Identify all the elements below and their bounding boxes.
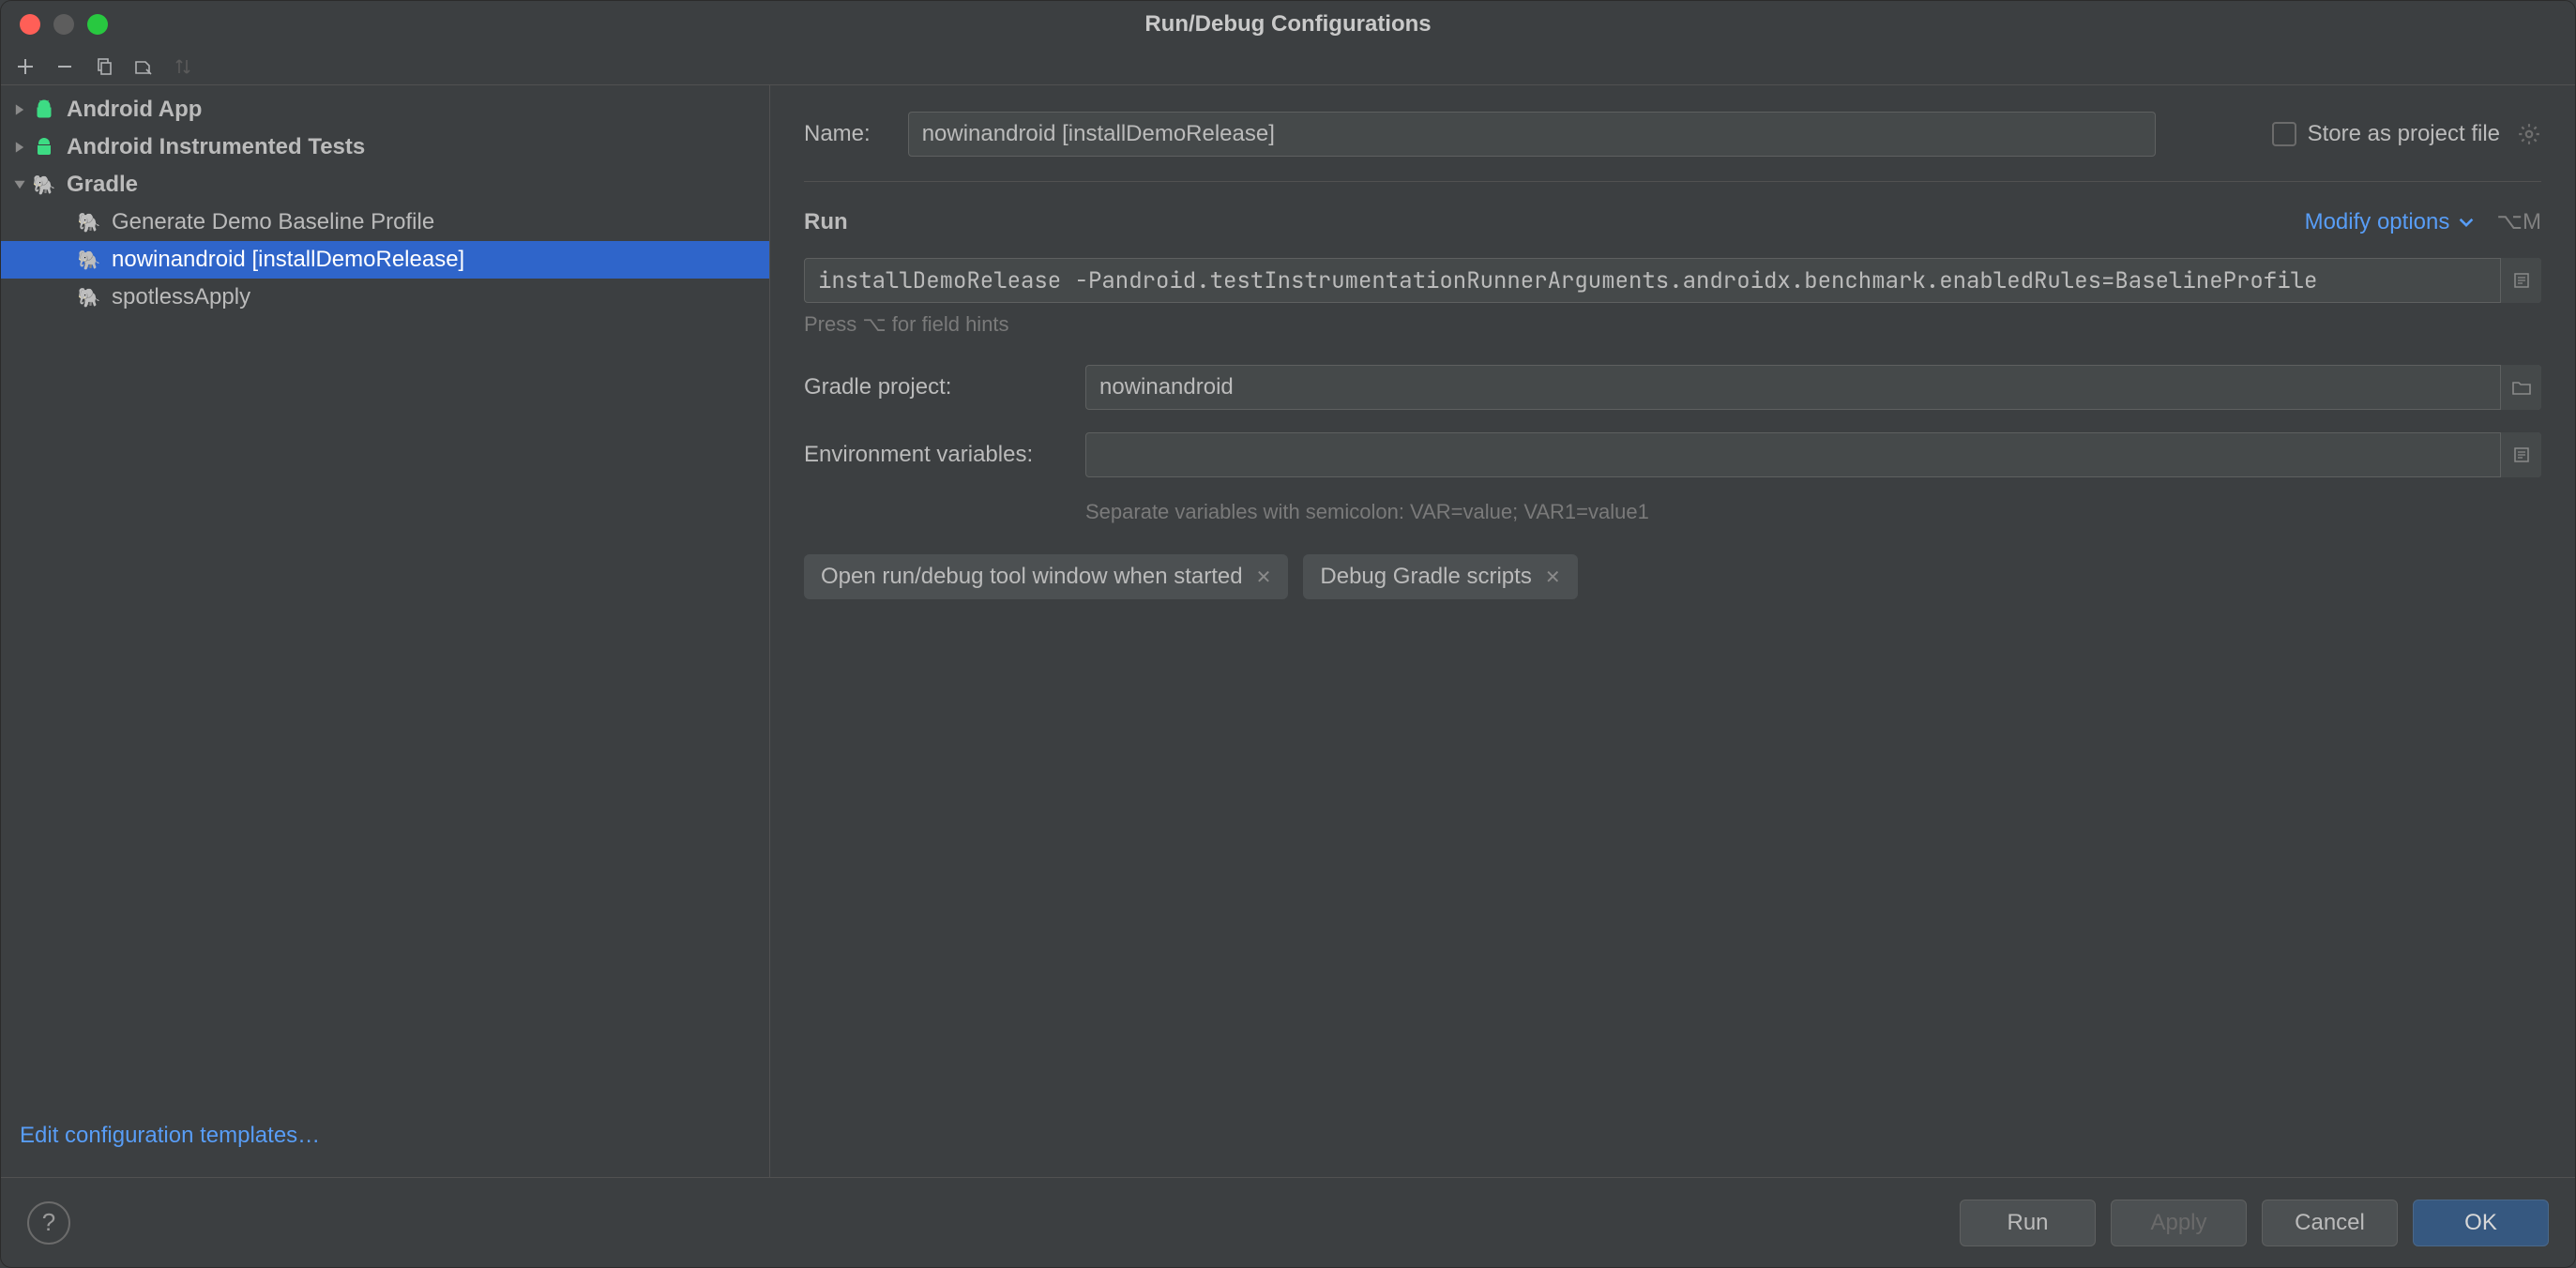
modify-options-shortcut: ⌥M	[2496, 208, 2541, 235]
modify-options-group: Modify options ⌥M	[2305, 208, 2541, 235]
move-config-button	[166, 50, 200, 83]
gradle-icon: 🐘	[76, 284, 102, 310]
config-sidebar: Android App Android Instrumented Tests	[1, 85, 770, 1177]
titlebar: Run/Debug Configurations	[1, 1, 2575, 48]
gradle-icon: 🐘	[31, 172, 57, 198]
dialog-body: Android App Android Instrumented Tests	[1, 85, 2575, 1177]
gear-icon[interactable]	[2517, 122, 2541, 146]
zoom-window-button[interactable]	[87, 14, 108, 35]
run-section-title: Run	[804, 209, 848, 235]
gradle-project-input[interactable]	[1085, 365, 2541, 410]
tasks-hint: Press ⌥ for field hints	[804, 312, 2541, 337]
config-tree: Android App Android Instrumented Tests	[1, 85, 769, 1104]
dialog-title: Run/Debug Configurations	[1, 11, 2575, 38]
option-chips: Open run/debug tool window when started …	[804, 554, 2541, 599]
name-label: Name:	[804, 121, 871, 147]
env-vars-input[interactable]	[1085, 432, 2541, 477]
browse-icon[interactable]	[2500, 365, 2541, 410]
store-as-file-group: Store as project file	[2272, 121, 2541, 147]
copy-config-button[interactable]	[87, 50, 121, 83]
tree-item-install-demo[interactable]: 🐘 nowinandroid [installDemoRelease]	[1, 241, 769, 279]
tree-group-label: Android Instrumented Tests	[67, 134, 365, 160]
android-icon	[31, 97, 57, 123]
gradle-project-label: Gradle project:	[804, 374, 1085, 400]
name-row: Name: Store as project file	[804, 112, 2541, 157]
minimize-window-button[interactable]	[53, 14, 74, 35]
cancel-button[interactable]: Cancel	[2262, 1200, 2398, 1246]
name-input[interactable]	[908, 112, 2156, 157]
chip-label: Debug Gradle scripts	[1320, 564, 1531, 590]
toolbar	[1, 48, 2575, 85]
env-vars-row: Environment variables:	[804, 432, 2541, 477]
tree-group-android-tests[interactable]: Android Instrumented Tests	[1, 128, 769, 166]
tree-item-label: Generate Demo Baseline Profile	[112, 209, 434, 235]
expand-field-icon[interactable]	[2500, 432, 2541, 477]
tree-group-gradle[interactable]: 🐘 Gradle	[1, 166, 769, 204]
tree-group-label: Android App	[67, 97, 202, 123]
tree-item-gen-baseline[interactable]: 🐘 Generate Demo Baseline Profile	[1, 204, 769, 241]
chip-label: Open run/debug tool window when started	[821, 564, 1243, 590]
ok-button[interactable]: OK	[2413, 1200, 2549, 1246]
dialog-footer: ? Run Apply Cancel OK	[1, 1177, 2575, 1267]
divider	[804, 181, 2541, 182]
help-button[interactable]: ?	[27, 1201, 70, 1245]
footer-buttons: Run Apply Cancel OK	[1960, 1200, 2549, 1246]
expand-field-icon[interactable]	[2500, 258, 2541, 303]
config-form: Name: Store as project file Run Modify o…	[770, 85, 2575, 1177]
store-as-file-label: Store as project file	[2308, 121, 2500, 147]
gradle-project-row: Gradle project:	[804, 365, 2541, 410]
close-icon[interactable]: ✕	[1545, 566, 1561, 589]
chevron-down-icon	[2459, 215, 2474, 230]
tasks-field-wrap	[804, 258, 2541, 303]
apply-button[interactable]: Apply	[2111, 1200, 2247, 1246]
chip-debug-gradle[interactable]: Debug Gradle scripts ✕	[1303, 554, 1577, 599]
add-config-button[interactable]	[8, 50, 42, 83]
gradle-icon: 🐘	[76, 247, 102, 273]
chevron-right-icon	[8, 141, 31, 154]
save-config-button[interactable]	[127, 50, 160, 83]
edit-templates-link[interactable]: Edit configuration templates…	[1, 1104, 769, 1177]
close-window-button[interactable]	[20, 14, 40, 35]
tree-group-android-app[interactable]: Android App	[1, 91, 769, 128]
close-icon[interactable]: ✕	[1256, 566, 1272, 589]
remove-config-button[interactable]	[48, 50, 82, 83]
window-controls	[20, 14, 108, 35]
run-section-header: Run Modify options ⌥M	[804, 208, 2541, 235]
env-vars-label: Environment variables:	[804, 442, 1085, 468]
tasks-input[interactable]	[804, 258, 2541, 303]
chevron-right-icon	[8, 103, 31, 116]
tree-item-label: nowinandroid [installDemoRelease]	[112, 247, 464, 273]
modify-options-link[interactable]: Modify options	[2305, 209, 2450, 235]
store-as-file-checkbox[interactable]	[2272, 122, 2296, 146]
env-vars-hint: Separate variables with semicolon: VAR=v…	[1085, 500, 2541, 524]
android-icon	[31, 134, 57, 160]
chip-open-tool-window[interactable]: Open run/debug tool window when started …	[804, 554, 1288, 599]
dialog-window: Run/Debug Configurations	[0, 0, 2576, 1268]
run-button[interactable]: Run	[1960, 1200, 2096, 1246]
gradle-icon: 🐘	[76, 209, 102, 235]
chevron-down-icon	[8, 178, 31, 191]
tree-item-spotless[interactable]: 🐘 spotlessApply	[1, 279, 769, 316]
tree-group-label: Gradle	[67, 172, 138, 198]
tree-item-label: spotlessApply	[112, 284, 250, 310]
